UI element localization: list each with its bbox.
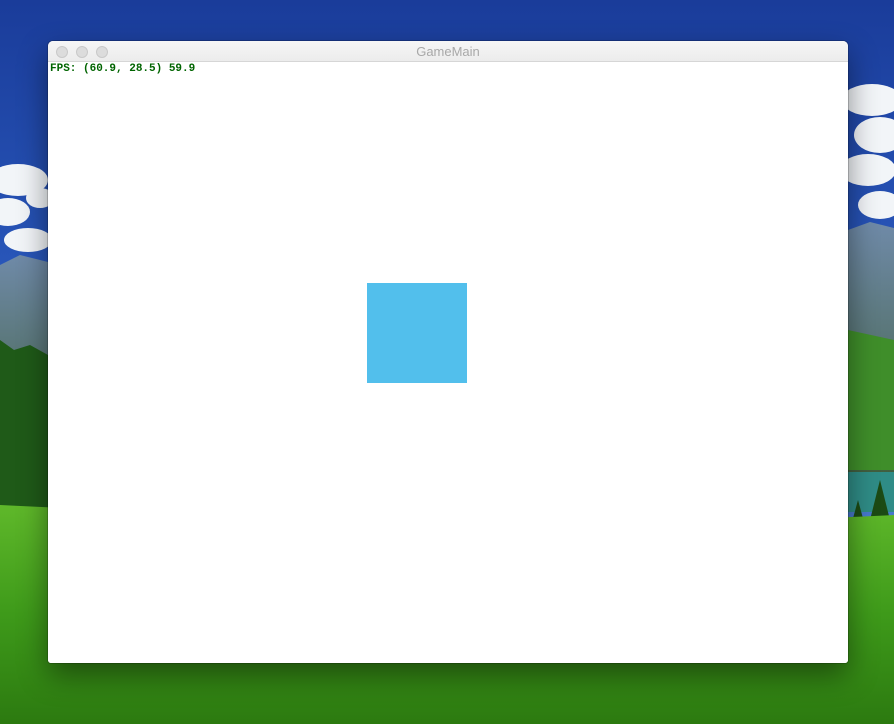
fps-overlay: FPS: (60.9, 28.5) 59.9 (50, 63, 196, 75)
game-canvas[interactable]: FPS: (60.9, 28.5) 59.9 (48, 62, 848, 663)
player-square (367, 283, 467, 383)
window-title: GameMain (416, 44, 480, 59)
window-titlebar[interactable]: GameMain (48, 41, 848, 62)
game-window: GameMain FPS: (60.9, 28.5) 59.9 (48, 41, 848, 663)
